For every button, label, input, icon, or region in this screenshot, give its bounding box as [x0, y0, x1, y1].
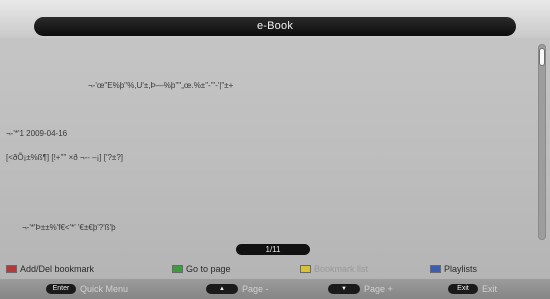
enter-key-icon: Enter [46, 284, 76, 294]
scroll-thumb[interactable] [539, 48, 545, 66]
legend-label: Add/Del bookmark [20, 264, 95, 274]
footer-hint-bar: Enter Quick Menu ▲ Page - ▼ Page + Exit … [0, 279, 550, 299]
scrollbar[interactable] [538, 44, 546, 240]
green-key-icon [172, 265, 183, 273]
arrow-down-icon: ▼ [328, 284, 360, 294]
ebook-screen: e-Book ¬-'œ"E%þ''%,U'±,Þ—%þ'"'„œ.%±"-'"-… [0, 0, 550, 299]
hint-page-prev[interactable]: ▲ Page - [206, 283, 269, 295]
legend-go-to-page[interactable]: Go to page [172, 263, 231, 275]
blue-key-icon [430, 265, 441, 273]
ebook-text-area: ¬-'œ"E%þ''%,U'±,Þ—%þ'"'„œ.%±"-'"-'|"±+ ¬… [0, 40, 536, 245]
hint-exit[interactable]: Exit Exit [448, 283, 497, 295]
legend-label: Playlists [444, 264, 478, 274]
legend-label: Go to page [186, 264, 231, 274]
arrow-up-icon: ▲ [206, 284, 238, 294]
exit-key-icon: Exit [448, 284, 478, 294]
red-key-icon [6, 265, 17, 273]
text-line: ¬-'*'Þ±±%'f€<'*' '€±€þ'?'ß'þ [22, 223, 116, 232]
page-title: e-Book [34, 17, 516, 36]
legend-add-del-bookmark[interactable]: Add/Del bookmark [6, 263, 94, 275]
hint-label: Quick Menu [80, 284, 129, 294]
hint-label: Page + [364, 284, 393, 294]
text-line: [<ðÕ¡±%ß¶] [!+'"' ×ð ¬-- –¡] ['?±?] [6, 153, 123, 162]
legend-label: Bookmark list [314, 264, 369, 274]
page-indicator: 1/11 [236, 244, 310, 255]
yellow-key-icon [300, 265, 311, 273]
text-line: ¬-'*'1 2009-04-16 [6, 129, 68, 138]
hint-label: Page - [242, 284, 269, 294]
legend-playlists[interactable]: Playlists [430, 263, 477, 275]
title-bar: e-Book [0, 0, 550, 38]
text-line: ¬-'œ"E%þ''%,U'±,Þ—%þ'"'„œ.%±"-'"-'|"±+ [88, 81, 234, 90]
hint-page-next[interactable]: ▼ Page + [328, 283, 393, 295]
color-key-legend: Add/Del bookmark Go to page Bookmark lis… [0, 261, 550, 277]
legend-bookmark-list[interactable]: Bookmark list [300, 263, 368, 275]
hint-quick-menu[interactable]: Enter Quick Menu [46, 283, 128, 295]
hint-label: Exit [482, 284, 498, 294]
